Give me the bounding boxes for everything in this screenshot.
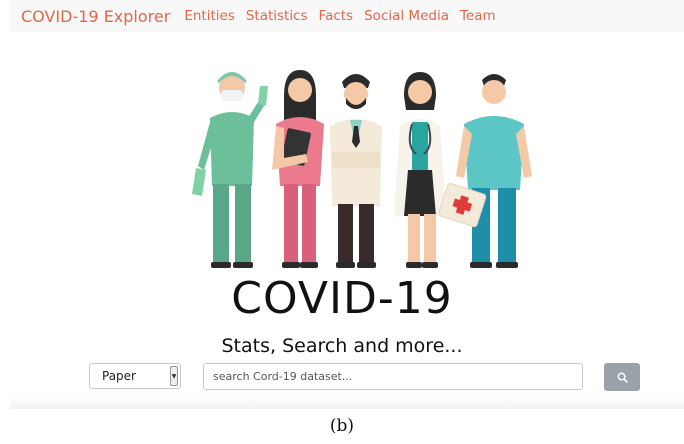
nav-link-team[interactable]: Team <box>460 8 496 24</box>
nav-link-statistics[interactable]: Statistics <box>246 8 308 24</box>
page-bottom-band <box>10 397 684 409</box>
nurse-figure <box>272 70 324 268</box>
nav-link-facts[interactable]: Facts <box>319 8 354 24</box>
figure-caption: (b) <box>329 416 355 436</box>
hero-title: COVID-19 <box>231 273 453 324</box>
doctors-illustration <box>192 70 532 268</box>
search-type-value: Paper <box>102 369 136 383</box>
surgeon-figure <box>192 72 268 268</box>
nav-links: Entities Statistics Facts Social Media T… <box>184 8 506 24</box>
nav-link-social-media[interactable]: Social Media <box>364 8 449 24</box>
nav-link-entities[interactable]: Entities <box>184 8 235 24</box>
hero-subtitle: Stats, Search and more... <box>221 335 463 357</box>
search-input[interactable] <box>203 363 583 390</box>
search-bar: Paper ▼ <box>0 363 684 391</box>
doctor-figure <box>330 74 382 268</box>
dropdown-caret-icon: ▼ <box>170 366 178 386</box>
search-button[interactable] <box>604 363 640 391</box>
brand-link[interactable]: COVID-19 Explorer <box>21 7 170 26</box>
search-icon <box>617 372 628 383</box>
male-nurse-figure <box>438 74 532 268</box>
search-type-select[interactable]: Paper ▼ <box>89 363 181 389</box>
female-doctor-figure <box>394 72 446 268</box>
top-navbar: COVID-19 Explorer Entities Statistics Fa… <box>10 0 684 32</box>
